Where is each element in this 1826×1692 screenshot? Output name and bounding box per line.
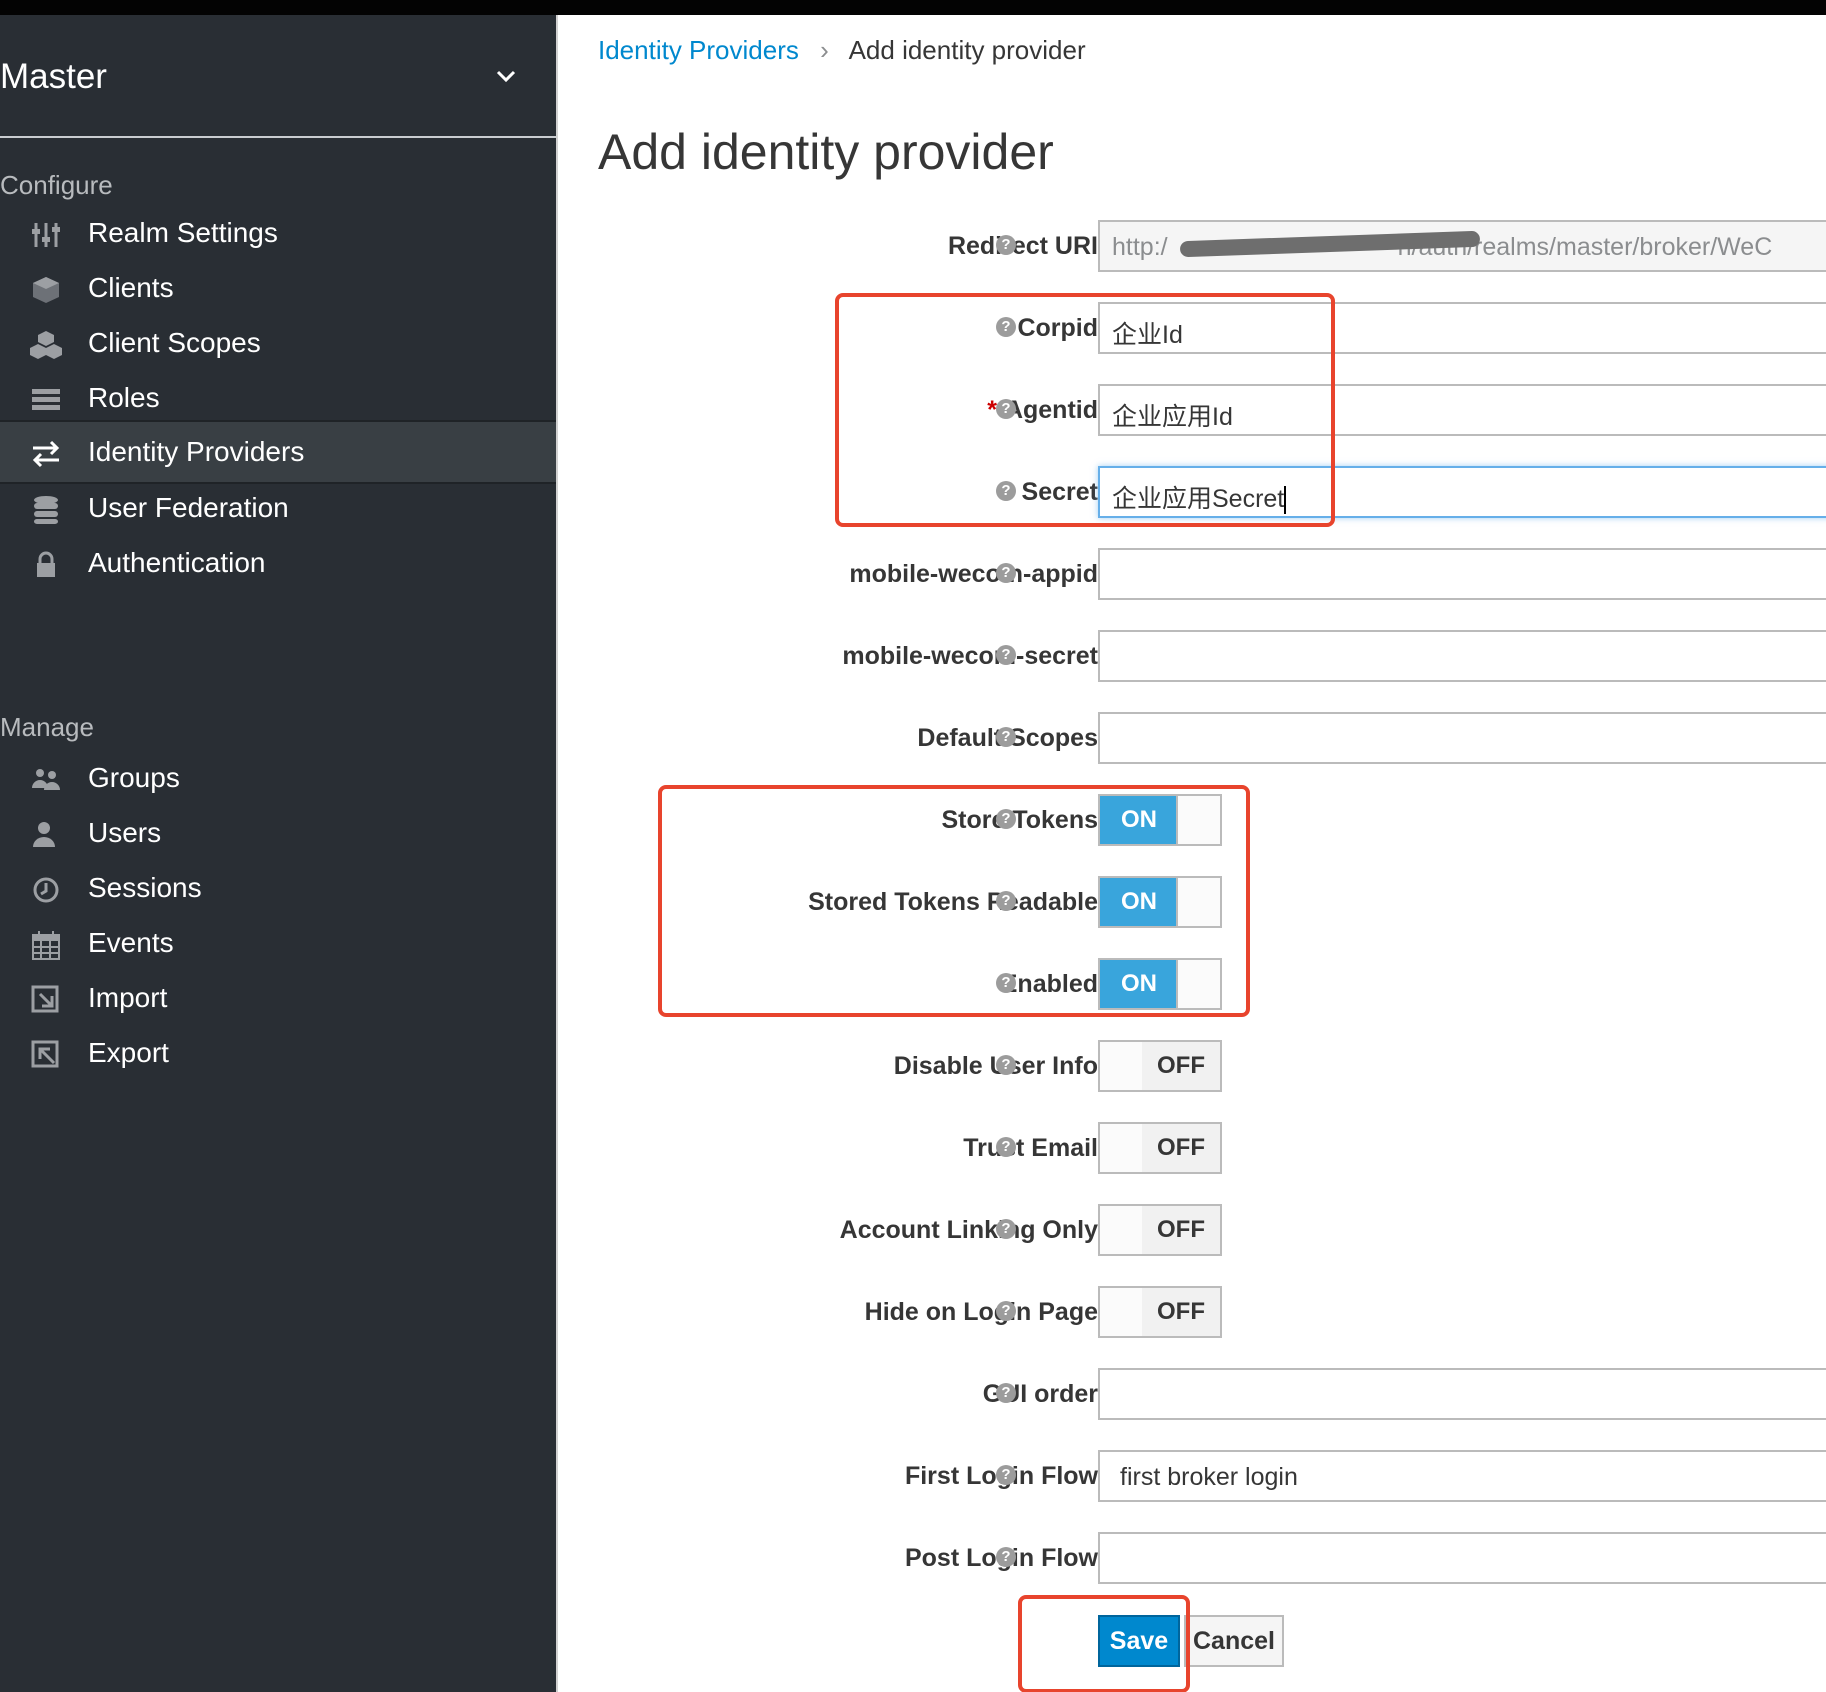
sidebar: Master Configure Realm Settings Clients … [0,15,556,1692]
sidebar-item-label: Clients [88,272,174,303]
export-icon [31,1040,59,1068]
toggle-knob [1100,1288,1144,1336]
realm-selector[interactable]: Master [0,15,556,138]
highlight-credentials [835,293,1335,527]
help-icon[interactable]: ? [996,1055,1016,1075]
section-configure: Configure [0,170,113,200]
help-icon[interactable]: ? [996,645,1016,665]
field-label: mobile-wecom-secret [842,642,1098,670]
toggle-state: OFF [1142,1206,1220,1254]
sidebar-item-label: Users [88,817,162,848]
cube-icon [33,277,59,303]
sidebar-item-label: Groups [88,762,180,793]
top-bar [0,0,1826,15]
field-label: Account Linking Only [839,1216,1098,1244]
help-icon[interactable]: ? [996,235,1016,255]
form-row-gui-order: GUI order ? [558,1368,1826,1420]
sidebar-item-label: User Federation [88,492,289,523]
form-row-account-linking-only: Account Linking Only ? OFF [558,1204,1826,1256]
breadcrumb-current: Add identity provider [848,35,1086,65]
redirect-uri-field[interactable]: http:/n/auth/realms/master/broker/WeC [1098,220,1826,272]
users-icon [32,769,60,790]
form-row-hide-on-login-page: Hide on Login Page ? OFF [558,1286,1826,1338]
post-login-flow-select[interactable] [1098,1532,1826,1584]
sidebar-item-label: Realm Settings [88,217,278,248]
clock-icon [33,877,59,903]
cubes-icon [30,331,62,359]
breadcrumb: Identity Providers › Add identity provid… [598,35,1086,66]
help-icon[interactable]: ? [996,1137,1016,1157]
database-icon [34,496,58,524]
cancel-button[interactable]: Cancel [1184,1615,1284,1667]
toggle-state: OFF [1142,1042,1220,1090]
list-icon [32,389,60,410]
lock-icon [37,551,55,577]
chevron-down-icon [496,70,516,83]
form-row-redirect-uri: Redirect URI ? http:/n/auth/realms/maste… [558,220,1826,272]
section-manage: Manage [0,712,94,742]
help-icon[interactable]: ? [996,1301,1016,1321]
sidebar-item-label: Roles [88,382,160,413]
toggle-knob [1100,1206,1144,1254]
sliders-icon [32,223,60,247]
form-row-default-scopes: Default Scopes ? [558,712,1826,764]
form-row-trust-email: Trust Email ? OFF [558,1122,1826,1174]
sidebar-item-export[interactable]: Export [0,1023,556,1087]
help-icon[interactable]: ? [996,1383,1016,1403]
mobile-wecom-appid-input[interactable] [1098,548,1826,600]
form-row-mobile-wecom-secret: mobile-wecom-secret ? [558,630,1826,682]
calendar-icon [32,931,60,960]
help-icon[interactable]: ? [996,1465,1016,1485]
toggle-state: OFF [1142,1124,1220,1172]
sidebar-item-label: Authentication [88,547,266,578]
toggle-knob [1100,1042,1144,1090]
field-label: Hide on Login Page [864,1298,1098,1326]
help-icon[interactable]: ? [996,1219,1016,1239]
sidebar-item-label: Sessions [88,872,202,903]
help-icon[interactable]: ? [996,1547,1016,1567]
first-login-flow-select[interactable]: first broker login [1098,1450,1826,1502]
field-label: Trust Email [963,1134,1098,1162]
realm-name: Master [0,57,107,96]
hide-on-login-page-toggle[interactable]: OFF [1098,1286,1222,1338]
toggle-knob [1100,1124,1144,1172]
breadcrumb-link-identity-providers[interactable]: Identity Providers [598,35,799,65]
form-row-disable-user-info: Disable User Info ? OFF [558,1040,1826,1092]
sidebar-item-authentication[interactable]: Authentication [0,533,556,597]
gui-order-input[interactable] [1098,1368,1826,1420]
import-icon [31,985,59,1013]
sidebar-item-label: Export [88,1037,169,1068]
highlight-save [1018,1595,1190,1692]
form-actions: Save Cancel [558,1615,1826,1667]
disable-user-info-toggle[interactable]: OFF [1098,1040,1222,1092]
main-content: Identity Providers › Add identity provid… [556,15,1826,1692]
sidebar-item-label: Events [88,927,174,958]
highlight-toggles [658,785,1250,1017]
help-icon[interactable]: ? [996,727,1016,747]
exchange-icon [32,440,60,468]
sidebar-item-label: Identity Providers [88,436,305,467]
help-icon[interactable]: ? [996,563,1016,583]
form-row-mobile-wecom-appid: mobile-wecom-appid ? [558,548,1826,600]
breadcrumb-separator-icon: › [820,35,829,65]
sidebar-item-label: Client Scopes [88,327,261,358]
sidebar-item-identity-providers[interactable]: Identity Providers [0,420,556,484]
account-linking-only-toggle[interactable]: OFF [1098,1204,1222,1256]
trust-email-toggle[interactable]: OFF [1098,1122,1222,1174]
page-title: Add identity provider [598,124,1054,180]
mobile-wecom-secret-input[interactable] [1098,630,1826,682]
field-label: Redirect URI [947,232,1098,260]
user-icon [33,822,55,847]
form-row-post-login-flow: Post Login Flow ? [558,1532,1826,1584]
form-row-first-login-flow: First Login Flow ? first broker login [558,1450,1826,1502]
sidebar-item-label: Import [88,982,168,1013]
default-scopes-input[interactable] [1098,712,1826,764]
toggle-state: OFF [1142,1288,1220,1336]
field-label: mobile-wecom-appid [849,560,1098,588]
